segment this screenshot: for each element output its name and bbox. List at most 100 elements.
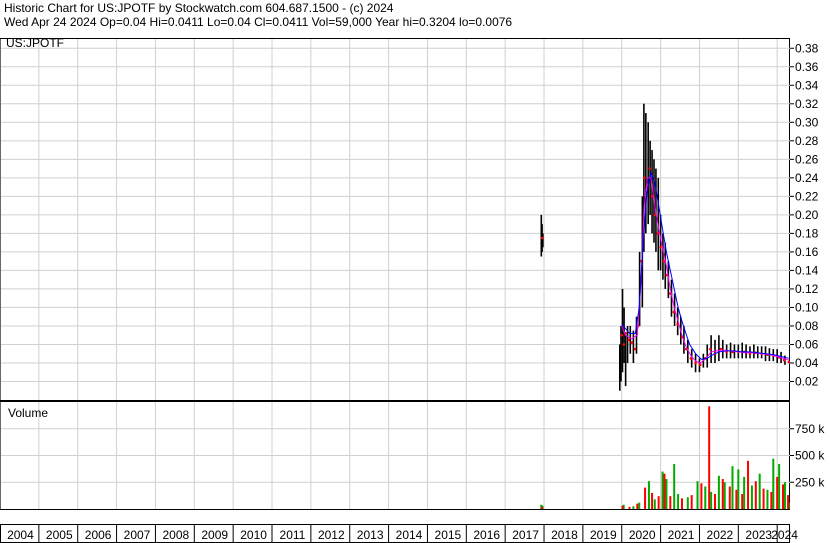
volume-bar [737, 469, 740, 509]
price-dot [659, 245, 662, 249]
price-y-tick-label: 0.34 [795, 78, 819, 92]
price-y-tick-label: 0.38 [795, 41, 819, 55]
volume-bar [651, 492, 654, 509]
price-volume-chart: 0.02 0.04 0.06 0.08 0.10 0.12 0.14 0.16 0.18 0.20… [0, 36, 825, 543]
volume-bar [644, 487, 647, 509]
volume-bar [632, 506, 635, 509]
price-y-tick-label: 0.16 [795, 245, 819, 259]
price-dot [694, 361, 697, 365]
volume-bar [758, 473, 761, 509]
volume-bar [721, 479, 724, 509]
price-dot [787, 360, 791, 364]
price-dot [540, 236, 544, 240]
volume-bar [669, 496, 672, 509]
price-y-tick-label: 0.10 [795, 300, 819, 314]
price-y-tick-label: 0.30 [795, 115, 819, 129]
volume-bar [770, 491, 773, 509]
volume-bar [747, 460, 750, 509]
price-panel-title: US:JPOTF [6, 36, 64, 50]
volume-bar [700, 483, 703, 509]
price-y-tick-label: 0.12 [795, 282, 819, 296]
price-dot [662, 259, 666, 263]
price-dot [642, 176, 646, 180]
volume-bar [657, 496, 660, 509]
volume-bar [710, 491, 713, 509]
price-dot [648, 167, 652, 170]
x-tick-label: 2022 [707, 528, 734, 542]
volume-bar [741, 494, 744, 509]
volume-bar [772, 458, 775, 509]
volume-bar [735, 489, 738, 509]
x-tick-label: 2009 [201, 528, 228, 542]
volume-bar [728, 486, 731, 509]
volume-bar [665, 479, 668, 509]
volume-bar [782, 484, 785, 509]
volume-bar [696, 481, 699, 509]
x-tick-label: 2016 [473, 528, 500, 542]
volume-bar [541, 506, 544, 509]
x-tick-label: 2011 [280, 528, 306, 542]
price-y-tick-label: 0.18 [795, 226, 819, 240]
price-y-tick-label: 0.32 [795, 97, 819, 111]
price-dot [633, 347, 637, 351]
volume-bar [636, 503, 639, 509]
x-tick-label: 2004 [7, 528, 34, 542]
x-tick-label: 2024 [771, 528, 798, 542]
volume-bar [677, 494, 680, 509]
x-tick-label: 2021 [668, 528, 695, 542]
volume-bar [783, 482, 786, 509]
volume-bar [704, 486, 707, 509]
volume-bar [663, 473, 666, 509]
price-panel-frame [0, 38, 790, 401]
price-dot [622, 343, 625, 346]
volume-bar [653, 499, 656, 509]
price-dot [672, 310, 676, 314]
price-y-tick-label: 0.20 [795, 208, 819, 222]
volume-bar [723, 482, 726, 509]
volume-bar [714, 494, 717, 509]
volume-bar [690, 495, 693, 509]
volume-bar [743, 476, 746, 509]
price-dot [630, 341, 634, 344]
x-tick-label: 2008 [163, 528, 190, 542]
price-dot [627, 338, 631, 342]
volume-bar [686, 497, 689, 509]
x-tick-label: 2015 [435, 528, 462, 542]
volume-bar [787, 495, 790, 509]
volume-panel-title: Volume [8, 406, 48, 420]
price-dot [709, 347, 712, 351]
price-y-tick-label: 0.14 [795, 263, 819, 277]
volume-bar [776, 476, 779, 509]
price-y-tick-label: 0.26 [795, 152, 819, 166]
price-dot [656, 232, 660, 235]
volume-bar [680, 498, 683, 509]
volume-bar [750, 485, 753, 509]
price-y-tick-label: 0.28 [795, 134, 819, 148]
x-tick-label: 2013 [357, 528, 384, 542]
volume-bar [778, 464, 781, 509]
x-tick-label: 2007 [124, 528, 151, 542]
volume-bar [708, 406, 711, 509]
volume-y-axis: 250 k 500 k 750 k [790, 422, 825, 489]
price-y-tick-label: 0.24 [795, 171, 819, 185]
volume-bar [661, 471, 664, 509]
price-y-tick-label: 0.22 [795, 189, 819, 203]
volume-y-tick-label: 250 k [795, 475, 825, 489]
price-y-tick-label: 0.08 [795, 319, 819, 333]
x-tick-label: 2014 [396, 528, 423, 542]
volume-bar [638, 502, 641, 509]
volume-bar [762, 488, 765, 509]
x-tick-label: 2006 [85, 528, 112, 542]
volume-bar [628, 506, 631, 509]
volume-y-tick-label: 750 k [795, 422, 825, 436]
volume-y-tick-label: 500 k [795, 449, 825, 463]
price-dot [620, 333, 624, 337]
price-y-axis: 0.02 0.04 0.06 0.08 0.10 0.12 0.14 0.16 0.18 0.20… [790, 41, 819, 388]
x-tick-label: 2017 [512, 528, 539, 542]
volume-bar [647, 481, 650, 509]
x-tick-label: 2019 [590, 528, 617, 542]
x-tick-label: 2010 [240, 528, 267, 542]
x-tick-label: 2018 [551, 528, 578, 542]
volume-bar [717, 475, 720, 509]
x-tick-label: 2005 [46, 528, 73, 542]
